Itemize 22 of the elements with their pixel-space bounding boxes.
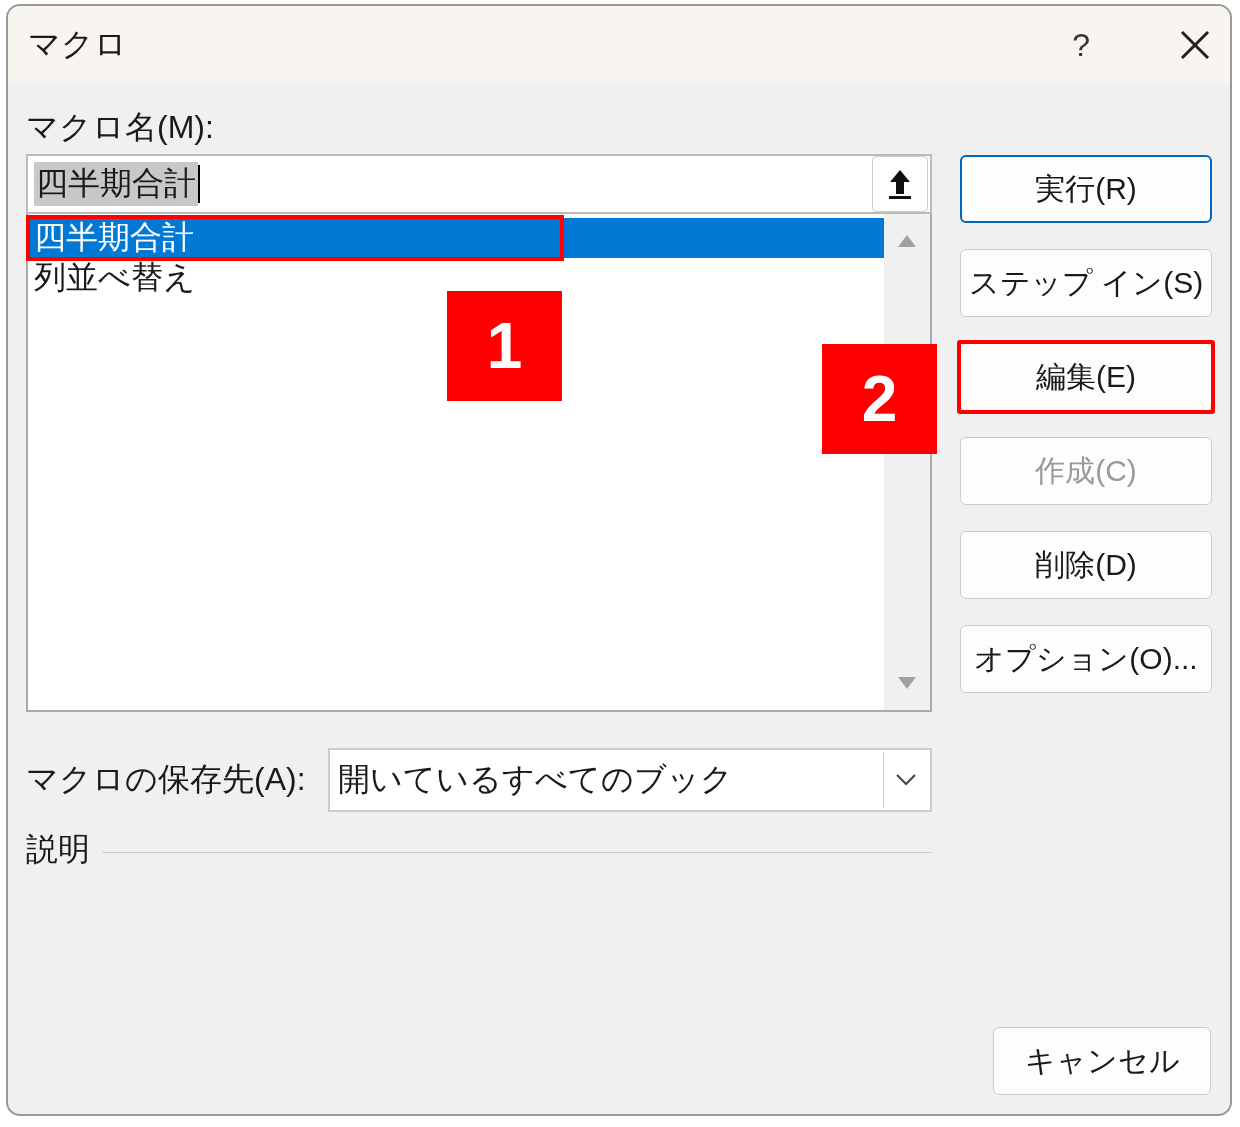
window-title: マクロ [28,25,128,64]
store-label: マクロの保存先(A): [26,760,306,799]
store-dropdown[interactable]: 開いているすべてのブック [327,748,932,812]
macro-action-button[interactable]: 削除(D) [960,531,1212,599]
step-callout-tooltip: 2 [822,344,937,454]
help-button[interactable]: ? [1072,26,1090,64]
macro-action-button[interactable]: オプション(O)... [960,625,1212,693]
description-label: 説明 [26,830,90,869]
chevron-down-icon [896,774,916,786]
close-icon[interactable] [1180,30,1210,60]
macro-action-button[interactable]: 実行(R) [960,155,1212,223]
scroll-up-icon[interactable] [897,234,917,248]
arrow-up-icon [887,168,913,200]
macro-name-label: マクロ名(M): [26,108,215,147]
step-callout-tooltip: 1 [447,291,562,401]
macro-action-button[interactable]: ステップ イン(S) [960,249,1212,317]
macro-item[interactable]: 四半期合計 [28,218,884,258]
up-button[interactable] [872,156,928,212]
macro-name-field[interactable]: 四半期合計 [26,154,932,214]
cancel-button[interactable]: キャンセル [993,1027,1211,1095]
scroll-down-icon[interactable] [897,676,917,690]
macro-action-button[interactable]: 編集(E) [960,343,1212,411]
